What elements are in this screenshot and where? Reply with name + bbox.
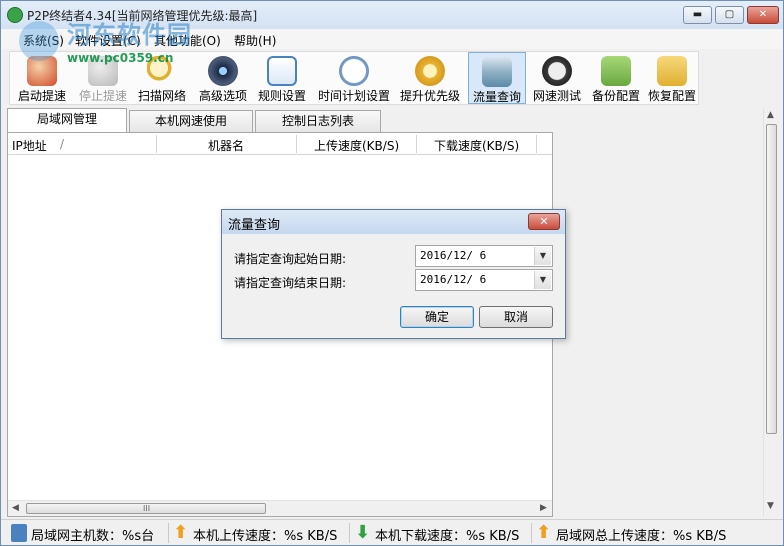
cancel-button[interactable]: 取消 [479,306,553,328]
scroll-down-arrow[interactable]: ▼ [767,501,774,511]
column-ip-address[interactable]: IP地址 [12,137,47,154]
horizontal-scrollbar[interactable]: ◀ III ▶ [8,500,552,516]
start-date-picker[interactable]: 2016/12/ 6 ▼ [415,245,553,267]
document-rules-icon [267,56,297,86]
column-upload-speed[interactable]: 上传速度(KB/S) [314,137,399,154]
raise-priority-button[interactable]: 提升优先级 [398,52,462,104]
traffic-query-button[interactable]: 流量查询 [468,52,526,104]
schedule-settings-button[interactable]: 时间计划设置 [314,52,394,104]
status-divider [531,523,532,543]
status-host-count: 局域网主机数：%s台 [31,529,155,544]
status-local-download: 本机下载速度：%s KB/S [375,529,520,544]
status-local-upload: 本机上传速度：%s KB/S [193,529,338,544]
restore-config-button[interactable]: 恢复配置 [646,52,698,104]
advanced-options-button[interactable]: 高级选项 [196,52,250,104]
status-divider [168,523,169,543]
upload-arrow-icon: ⬆ [173,522,189,543]
speed-test-button[interactable]: 网速测试 [529,52,585,104]
status-divider [349,523,350,543]
main-window: P2P终结者4.34[当前网络管理优先级:最高] ▬ ▢ ✕ 系统(S) 软件设… [0,0,784,546]
backup-config-button[interactable]: 备份配置 [588,52,644,104]
clock-icon [339,56,369,86]
end-date-picker[interactable]: 2016/12/ 6 ▼ [415,269,553,291]
dialog-title: 流量查询 [228,218,281,233]
menu-help[interactable]: 帮助(H) [234,32,276,49]
database-globe-icon [482,57,512,87]
tab-control-log-list[interactable]: 控制日志列表 [255,110,381,132]
box-upload-icon [657,56,687,86]
tab-lan-management[interactable]: 局域网管理 [7,108,127,132]
start-date-value: 2016/12/ 6 [420,249,487,262]
column-machine-name[interactable]: 机器名 [208,137,244,154]
column-divider[interactable] [416,135,417,153]
column-download-speed[interactable]: 下载速度(KB/S) [434,137,519,154]
detail-panel [555,108,761,517]
vertical-scrollbar[interactable]: ▲ ▼ [763,108,779,517]
status-lan-total-upload: 局域网总上传速度：%s KB/S [556,529,727,544]
status-bar: 局域网主机数：%s台 ⬆ 本机上传速度：%s KB/S ⬇ 本机下载速度：%s … [1,519,783,545]
column-divider[interactable] [156,135,157,153]
scroll-left-arrow[interactable]: ◀ [12,503,19,513]
close-button[interactable]: ✕ [747,6,779,24]
speedometer-icon [542,56,572,86]
scroll-grip: III [143,504,151,513]
app-icon [7,7,23,23]
minimize-button[interactable]: ▬ [683,6,712,24]
award-ribbon-icon [415,56,445,86]
column-divider[interactable] [296,135,297,153]
maximize-button[interactable]: ▢ [715,6,744,24]
tab-local-speed-usage[interactable]: 本机网速使用 [129,110,253,132]
watermark-url: www.pc0359.cn [67,51,174,65]
watermark-text: 河东软件园 [67,21,192,49]
vertical-scroll-thumb[interactable] [766,124,777,434]
chevron-down-icon[interactable]: ▼ [534,247,551,265]
ok-button[interactable]: 确定 [400,306,474,328]
rule-settings-button[interactable]: 规则设置 [254,52,310,104]
traffic-query-dialog: 流量查询 ✕ 请指定查询起始日期: 2016/12/ 6 ▼ 请指定查询结束日期… [221,209,566,339]
dialog-close-button[interactable]: ✕ [528,213,560,230]
sort-indicator: / [60,137,65,151]
start-date-label: 请指定查询起始日期: [234,252,347,266]
download-arrow-icon: ⬇ [355,522,371,543]
end-date-value: 2016/12/ 6 [420,273,487,286]
box-download-icon [601,56,631,86]
horizontal-scroll-thumb[interactable]: III [26,503,266,514]
end-date-label: 请指定查询结束日期: [234,276,347,290]
column-divider[interactable] [536,135,537,153]
tab-bar: 局域网管理 本机网速使用 控制日志列表 [7,108,555,132]
table-header: IP地址 / 机器名 上传速度(KB/S) 下载速度(KB/S) [8,133,552,155]
upload-arrow-icon: ⬆ [536,522,552,543]
camera-lens-icon [208,56,238,86]
chevron-down-icon[interactable]: ▼ [534,271,551,289]
scroll-right-arrow[interactable]: ▶ [540,503,547,513]
watermark-logo [19,21,59,61]
dialog-title-bar[interactable]: 流量查询 ✕ [222,210,565,234]
hosts-icon [11,524,27,542]
scroll-up-arrow[interactable]: ▲ [767,110,774,120]
